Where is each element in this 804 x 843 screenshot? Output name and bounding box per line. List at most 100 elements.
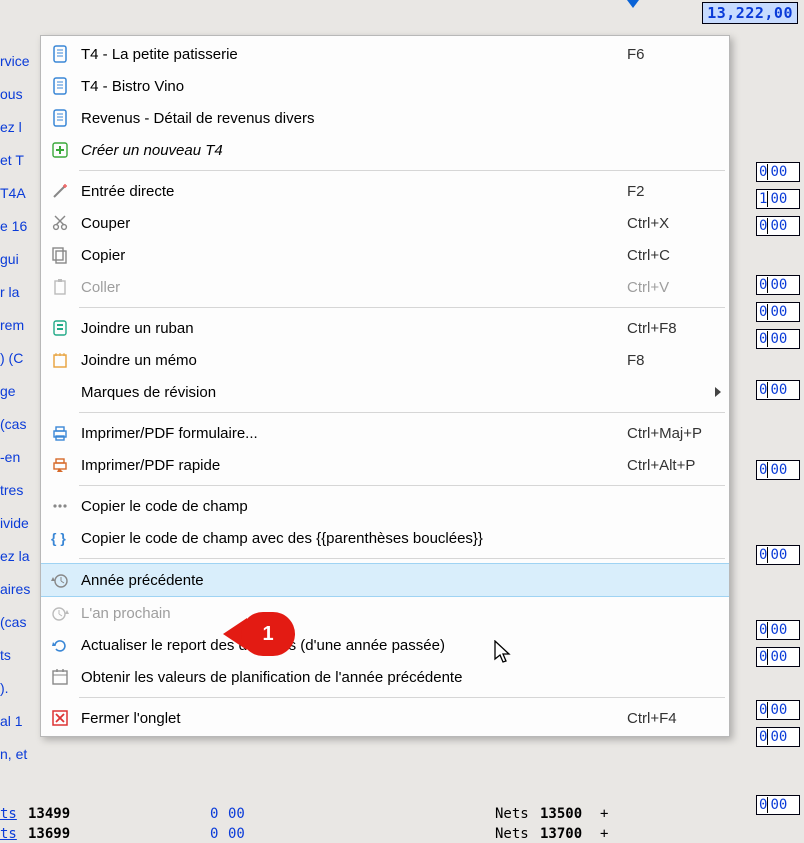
menu-item-label: Imprimer/PDF rapide — [81, 457, 621, 474]
bg-link[interactable]: et T — [0, 144, 24, 176]
grid-cell[interactable]: 000 — [756, 460, 800, 480]
bg-link[interactable]: ). — [0, 672, 9, 704]
menu-item-label: Marques de révision — [81, 384, 711, 401]
bg-link[interactable]: ez la — [0, 540, 30, 572]
menu-item-label: Imprimer/PDF formulaire... — [81, 425, 621, 442]
grid-cell[interactable]: 000 — [756, 647, 800, 667]
menu-item-shortcut: Ctrl+Maj+P — [621, 425, 721, 442]
bg-link[interactable]: n, et — [0, 738, 27, 770]
bg-link[interactable]: al 1 — [0, 705, 23, 737]
menu-item[interactable]: T4 - Bistro Vino — [41, 70, 729, 102]
bg-link[interactable]: ) (C — [0, 342, 23, 374]
clock-fwd-icon — [49, 603, 71, 623]
menu-item[interactable]: Joindre un mémoF8 — [41, 344, 729, 376]
menu-item-label: Revenus - Détail de revenus divers — [81, 110, 621, 127]
menu-separator — [79, 697, 725, 698]
menu-item[interactable]: Fermer l'ongletCtrl+F4 — [41, 702, 729, 734]
bg-link[interactable]: (cas — [0, 606, 26, 638]
menu-item[interactable]: Entrée directeF2 — [41, 175, 729, 207]
menu-item[interactable]: T4 - La petite patisserieF6 — [41, 38, 729, 70]
grid-cell[interactable]: 000 — [756, 620, 800, 640]
menu-item[interactable]: Imprimer/PDF formulaire...Ctrl+Maj+P — [41, 417, 729, 449]
qprint-icon — [49, 455, 71, 475]
menu-item[interactable]: Marques de révision — [41, 376, 729, 408]
bg-link[interactable]: ous — [0, 78, 23, 110]
grid-cell[interactable]: 000 — [756, 795, 800, 815]
menu-item-label: T4 - La petite patisserie — [81, 46, 621, 63]
menu-item[interactable]: Année précédente — [41, 563, 729, 597]
menu-item[interactable]: CouperCtrl+X — [41, 207, 729, 239]
left-link-strip: rviceousez let TT4Ae 16guir larem) (Cge(… — [0, 0, 40, 843]
grid-cell[interactable]: 000 — [756, 700, 800, 720]
bg-link[interactable]: rem — [0, 309, 24, 341]
grid-cell[interactable]: 100 — [756, 189, 800, 209]
copy-icon — [49, 245, 71, 265]
menu-item-label: Entrée directe — [81, 183, 621, 200]
menu-item-label: Joindre un ruban — [81, 320, 621, 337]
grid-cell[interactable]: 000 — [756, 302, 800, 322]
menu-item-shortcut: Ctrl+V — [621, 279, 721, 296]
bg-link[interactable]: e 16 — [0, 210, 27, 242]
menu-item-label: Joindre un mémo — [81, 352, 621, 369]
menu-item-label: Coller — [81, 279, 621, 296]
doc-icon — [49, 76, 71, 96]
menu-item-shortcut: F6 — [621, 46, 721, 63]
bg-link[interactable]: gui — [0, 243, 19, 275]
bg-link[interactable]: ts — [0, 639, 11, 671]
menu-item[interactable]: CopierCtrl+C — [41, 239, 729, 271]
bg-link[interactable]: ivide — [0, 507, 29, 539]
grid-cell[interactable]: 000 — [756, 545, 800, 565]
menu-item[interactable]: Actualiser le report des données (d'une … — [41, 629, 729, 661]
dots-icon — [49, 496, 71, 516]
refresh-icon — [49, 635, 71, 655]
grid-cell[interactable]: 000 — [756, 275, 800, 295]
menu-item-label: Copier — [81, 247, 621, 264]
no-icon — [49, 382, 71, 402]
menu-item-label: L'an prochain — [81, 605, 621, 622]
grid-cell[interactable]: 000 — [756, 380, 800, 400]
cal-icon — [49, 667, 71, 687]
bg-link[interactable]: ez l — [0, 111, 22, 143]
grid-cell[interactable]: 000 — [756, 162, 800, 182]
menu-separator — [79, 485, 725, 486]
memo-icon — [49, 350, 71, 370]
menu-item-label: Actualiser le report des données (d'une … — [81, 637, 621, 654]
menu-item[interactable]: Imprimer/PDF rapideCtrl+Alt+P — [41, 449, 729, 481]
submenu-arrow-icon — [715, 387, 721, 397]
bg-link[interactable]: tres — [0, 474, 23, 506]
bg-link[interactable]: -en — [0, 441, 20, 473]
menu-item-shortcut: Ctrl+X — [621, 215, 721, 232]
menu-item-label: Obtenir les valeurs de planification de … — [81, 669, 621, 686]
bg-link[interactable]: (cas — [0, 408, 26, 440]
menu-item: CollerCtrl+V — [41, 271, 729, 303]
bg-link[interactable]: T4A — [0, 177, 26, 209]
menu-item[interactable]: Revenus - Détail de revenus divers — [41, 102, 729, 134]
grid-cell[interactable]: 000 — [756, 329, 800, 349]
menu-item[interactable]: Créer un nouveau T4 — [41, 134, 729, 166]
tape-icon — [49, 318, 71, 338]
grid-cell[interactable]: 000 — [756, 216, 800, 236]
menu-separator — [79, 307, 725, 308]
doc-icon — [49, 108, 71, 128]
menu-item[interactable]: Joindre un rubanCtrl+F8 — [41, 312, 729, 344]
bg-link[interactable]: ge — [0, 375, 16, 407]
bg-link[interactable]: aires — [0, 573, 30, 605]
menu-item-label: Année précédente — [81, 572, 621, 589]
bg-link[interactable]: r la — [0, 276, 19, 308]
menu-item-label: T4 - Bistro Vino — [81, 78, 621, 95]
braces-icon — [49, 528, 71, 548]
menu-item-label: Fermer l'onglet — [81, 710, 621, 727]
menu-item[interactable]: Copier le code de champ avec des {{paren… — [41, 522, 729, 554]
plus-icon — [49, 140, 71, 160]
menu-separator — [79, 170, 725, 171]
grid-cell[interactable]: 000 — [756, 727, 800, 747]
menu-item-label: Copier le code de champ — [81, 498, 621, 515]
menu-item-shortcut: Ctrl+Alt+P — [621, 457, 721, 474]
menu-item-label: Couper — [81, 215, 621, 232]
menu-item[interactable]: Obtenir les valeurs de planification de … — [41, 661, 729, 693]
menu-item-shortcut: Ctrl+F4 — [621, 710, 721, 727]
bg-link[interactable]: rvice — [0, 45, 30, 77]
menu-item[interactable]: Copier le code de champ — [41, 490, 729, 522]
menu-item-shortcut: Ctrl+C — [621, 247, 721, 264]
print-icon — [49, 423, 71, 443]
